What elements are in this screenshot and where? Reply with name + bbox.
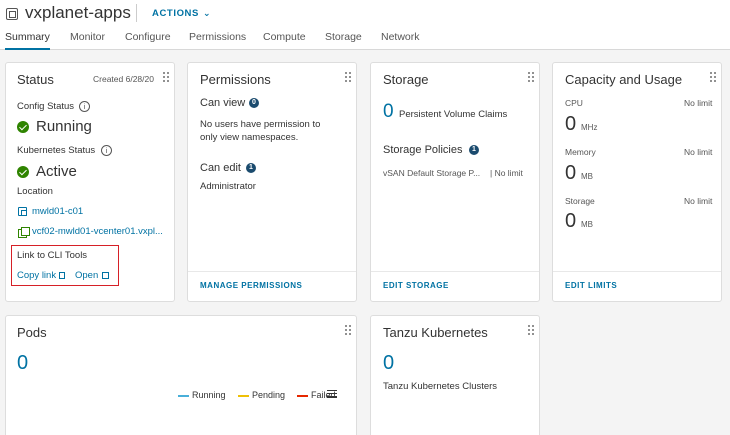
actions-menu-button[interactable]: ACTIONS ⌄ <box>152 8 211 19</box>
chevron-down-icon: ⌄ <box>202 8 212 18</box>
can-view-badge: 0 <box>249 98 259 108</box>
cli-tools-highlight <box>11 245 119 286</box>
pods-card: Pods 0 Running Pending Failed <box>5 315 357 435</box>
drag-handle-icon[interactable] <box>162 71 170 83</box>
pods-card-title: Pods <box>17 325 47 340</box>
cluster-link[interactable]: mwld01-c01 <box>32 206 83 217</box>
storage-unit: MB <box>581 220 593 229</box>
tab-compute[interactable]: Compute <box>263 30 306 50</box>
k8s-status-value: Active <box>36 163 77 180</box>
can-view-label: Can view <box>200 97 246 109</box>
legend-failed-swatch <box>297 395 308 397</box>
tab-permissions[interactable]: Permissions <box>189 30 246 50</box>
cpu-value: 0 <box>565 113 577 135</box>
info-icon[interactable]: i <box>101 145 112 156</box>
card-divider <box>188 271 356 272</box>
capacity-card-title: Capacity and Usage <box>565 72 683 87</box>
tab-monitor[interactable]: Monitor <box>70 30 105 50</box>
check-circle-icon <box>17 121 29 133</box>
storage-policy-name: vSAN Default Storage P... <box>383 168 481 178</box>
k8s-status-label: Kubernetes Status <box>17 145 96 156</box>
tab-configure[interactable]: Configure <box>125 30 171 50</box>
header-divider <box>136 4 137 22</box>
status-card-title: Status <box>17 72 54 87</box>
card-divider <box>371 271 539 272</box>
edit-storage-link[interactable]: EDIT STORAGE <box>383 281 449 290</box>
memory-unit: MB <box>581 172 593 181</box>
tab-network[interactable]: Network <box>381 30 420 50</box>
storage-label: Storage <box>565 196 595 206</box>
storage-policy-limit: | No limit <box>490 168 523 178</box>
memory-limit: No limit <box>684 147 713 157</box>
storage-card: Storage 0 Persistent Volume Claims Stora… <box>370 62 540 302</box>
namespace-icon <box>6 8 18 20</box>
capacity-card: Capacity and Usage CPU No limit 0 MHz Me… <box>552 62 722 302</box>
no-users-text: No users have permission to only view na… <box>200 119 321 143</box>
legend-pending-swatch <box>238 395 249 397</box>
tanzu-card: Tanzu Kubernetes 0 Tanzu Kubernetes Clus… <box>370 315 540 435</box>
legend-pending-label: Pending <box>252 390 286 400</box>
vcenter-icon <box>18 227 30 238</box>
storage-limit: No limit <box>684 196 713 206</box>
drag-handle-icon[interactable] <box>527 71 535 83</box>
check-circle-icon <box>17 166 29 178</box>
tab-summary[interactable]: Summary <box>5 30 50 50</box>
vcenter-link[interactable]: vcf02-mwld01-vcenter01.vxpl... <box>32 226 163 237</box>
legend-running-swatch <box>178 395 189 397</box>
pods-count: 0 <box>17 352 29 374</box>
actions-label: ACTIONS <box>152 8 199 19</box>
cpu-limit: No limit <box>684 98 713 108</box>
memory-label: Memory <box>565 147 596 157</box>
permissions-card-title: Permissions <box>200 72 271 87</box>
card-divider <box>553 271 721 272</box>
tanzu-clusters-label: Tanzu Kubernetes Clusters <box>383 381 498 392</box>
can-edit-badge: 1 <box>246 163 256 173</box>
manage-permissions-link[interactable]: MANAGE PERMISSIONS <box>200 281 302 290</box>
can-edit-label: Can edit <box>200 162 241 174</box>
page-header: vxplanet-apps ACTIONS ⌄ Summary Monitor C… <box>0 0 730 50</box>
cluster-icon <box>18 207 27 216</box>
legend-running-label: Running <box>192 390 226 400</box>
config-status-label: Config Status <box>17 101 75 112</box>
pvc-label: Persistent Volume Claims <box>399 109 508 120</box>
pvc-count[interactable]: 0 <box>383 101 394 123</box>
editor-name: Administrator <box>200 181 256 192</box>
info-icon[interactable]: i <box>79 101 90 112</box>
storage-card-title: Storage <box>383 72 429 87</box>
tanzu-count[interactable]: 0 <box>383 352 394 375</box>
drag-handle-icon[interactable] <box>344 324 352 336</box>
menu-icon[interactable] <box>327 390 337 398</box>
drag-handle-icon[interactable] <box>709 71 717 83</box>
drag-handle-icon[interactable] <box>527 324 535 336</box>
memory-value: 0 <box>565 162 577 184</box>
created-date: Created 6/28/20 <box>93 74 154 84</box>
config-status-value: Running <box>36 118 92 135</box>
tab-storage[interactable]: Storage <box>325 30 362 50</box>
storage-policies-badge: 1 <box>469 145 479 155</box>
page-title: vxplanet-apps <box>25 3 131 22</box>
tanzu-card-title: Tanzu Kubernetes <box>383 325 488 340</box>
drag-handle-icon[interactable] <box>344 71 352 83</box>
edit-limits-link[interactable]: EDIT LIMITS <box>565 281 617 290</box>
permissions-card: Permissions Can view 0 No users have per… <box>187 62 357 302</box>
cpu-unit: MHz <box>581 123 598 132</box>
storage-policies-label: Storage Policies <box>383 144 463 156</box>
location-label: Location <box>17 186 53 197</box>
cpu-label: CPU <box>565 98 583 108</box>
storage-value: 0 <box>565 210 577 232</box>
